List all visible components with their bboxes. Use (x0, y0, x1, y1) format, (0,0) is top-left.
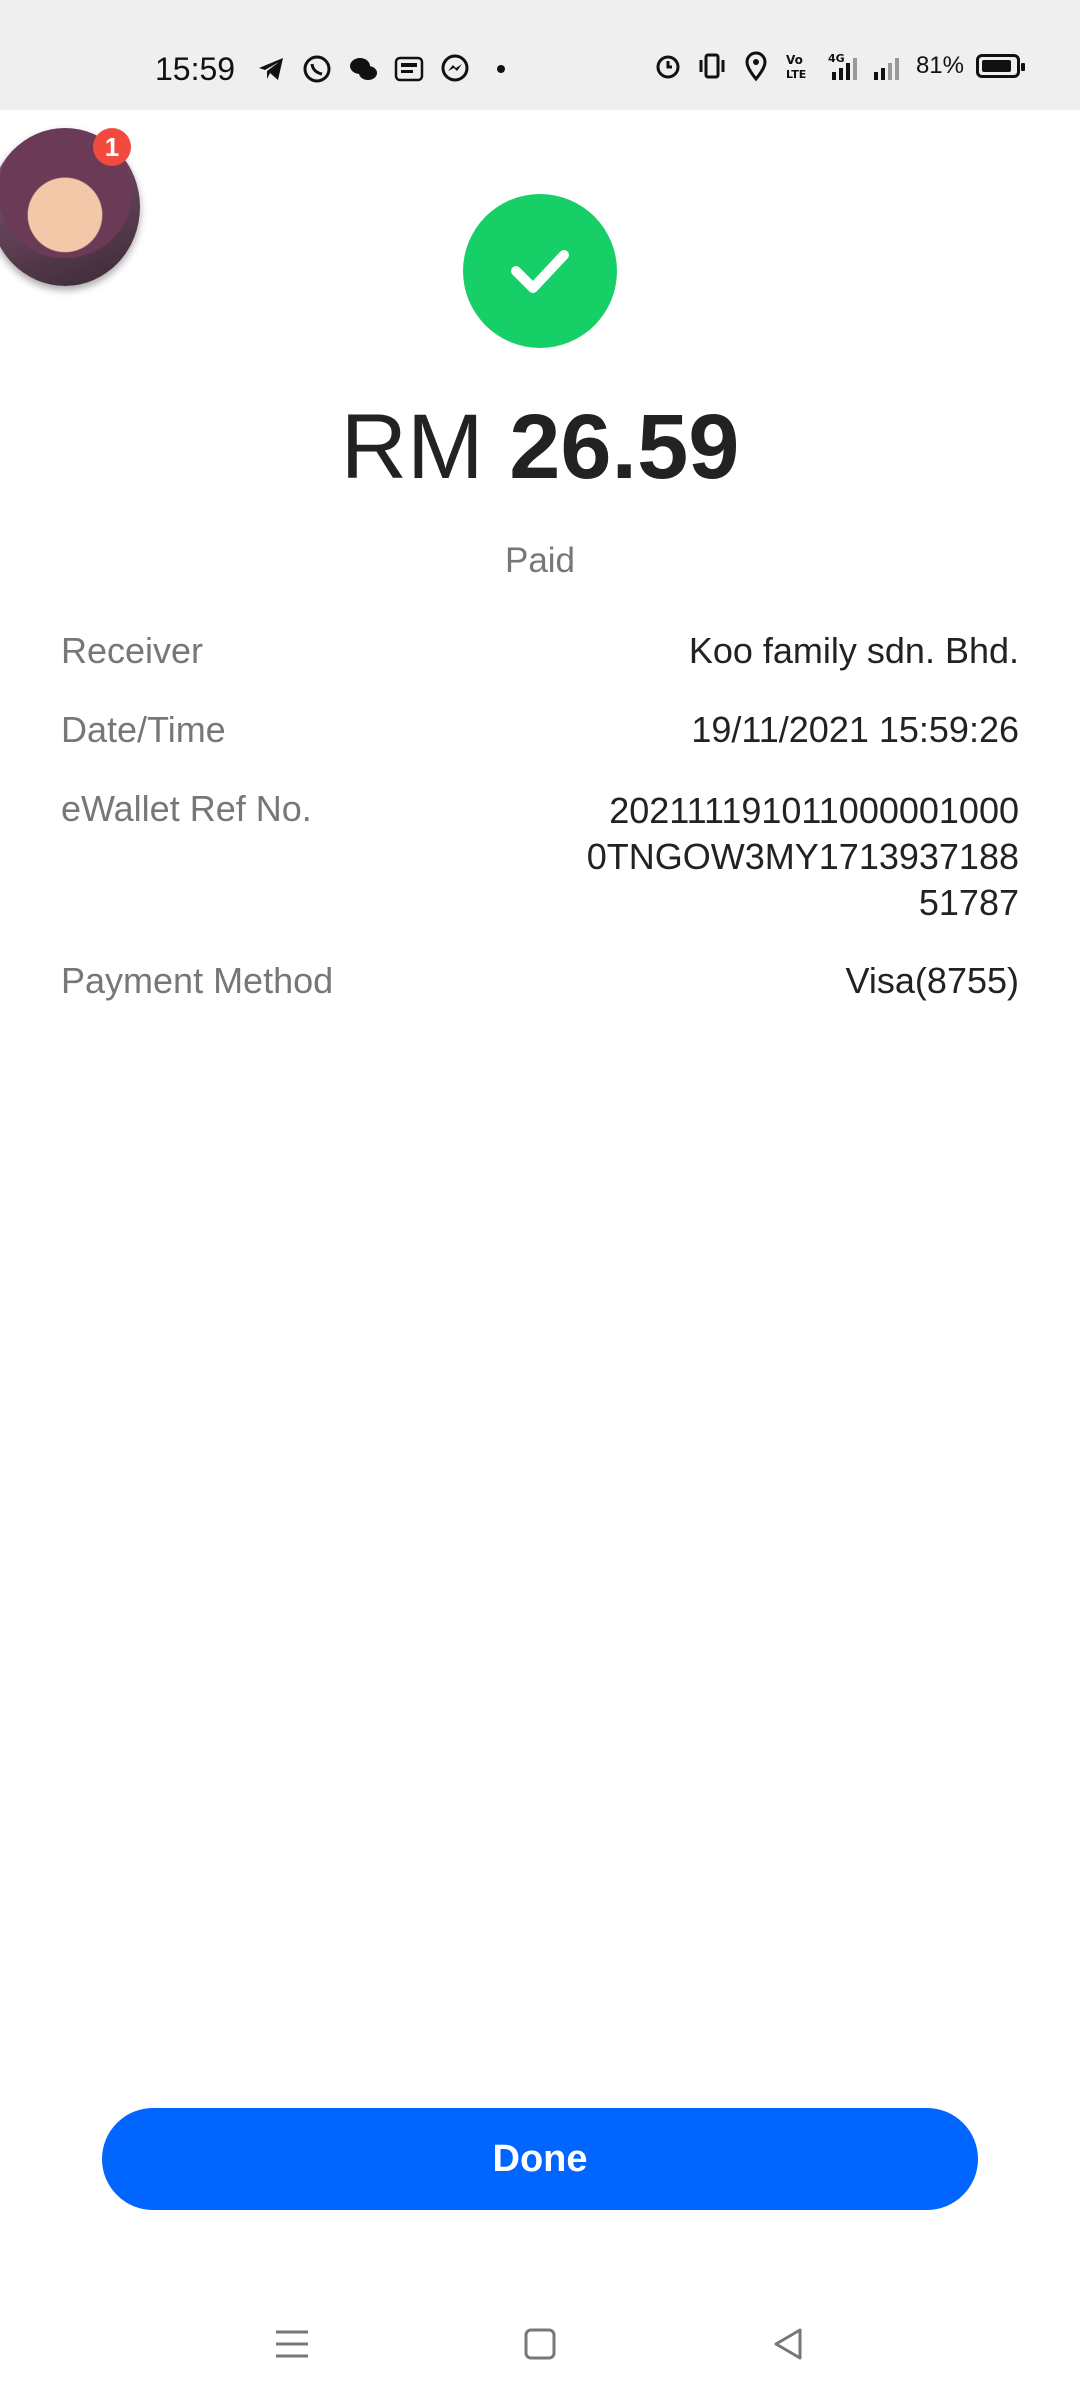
detail-value: 19/11/2021 15:59:26 (691, 709, 1019, 750)
chat-head-avatar[interactable]: 1 (0, 128, 140, 290)
back-icon[interactable] (766, 2322, 810, 2366)
detail-label: Receiver (61, 630, 204, 671)
ref-line: 202111191011000001000 (609, 790, 1019, 831)
menu-icon[interactable] (270, 2322, 314, 2366)
svg-text:4G: 4G (828, 52, 845, 65)
messenger-icon (441, 54, 469, 82)
vibrate-icon (699, 53, 725, 79)
svg-text:LTE: LTE (786, 68, 806, 81)
battery-icon (976, 54, 1025, 78)
battery-percent: 81% (915, 52, 964, 79)
home-icon[interactable] (518, 2322, 562, 2366)
payment-status: Paid (504, 541, 576, 580)
status-bar: 15:59 Vo LTE 4G 81% (0, 0, 1080, 110)
payment-amount: RM 26.59 (0, 395, 1080, 500)
notification-badge: 1 (93, 128, 131, 166)
alarm-icon (656, 55, 680, 79)
dot-icon (497, 65, 505, 73)
svg-text:Vo: Vo (786, 53, 803, 67)
currency-label: RM (340, 396, 484, 498)
success-check-icon (463, 194, 617, 348)
telegram-icon (259, 58, 283, 80)
ref-line: 0TNGOW3MY1713937188 (586, 836, 1019, 877)
detail-label: Payment Method (61, 960, 334, 1001)
location-icon (745, 51, 767, 82)
amount-value: 26.59 (509, 396, 740, 498)
whatsapp-icon (303, 55, 331, 83)
detail-value: Visa(8755) (845, 960, 1019, 1001)
volte-icon: VoLTE (786, 53, 806, 81)
signal-icon (873, 58, 899, 80)
4g-signal-icon: 4G (828, 52, 857, 80)
touch-n-go-icon (394, 56, 424, 82)
ref-line: 51787 (918, 882, 1019, 923)
detail-value: Koo family sdn. Bhd. (688, 630, 1019, 671)
detail-label: eWallet Ref No. (61, 788, 312, 829)
notification-icons (255, 53, 517, 85)
detail-label: Date/Time (61, 709, 226, 750)
wechat-icon (350, 58, 377, 80)
detail-value: 202111191011000001000 0TNGOW3MY171393718… (549, 788, 1019, 926)
status-time: 15:59 (155, 51, 236, 87)
done-button[interactable]: Done (102, 2108, 978, 2210)
system-icons: Vo LTE 4G 81% (652, 50, 1025, 82)
